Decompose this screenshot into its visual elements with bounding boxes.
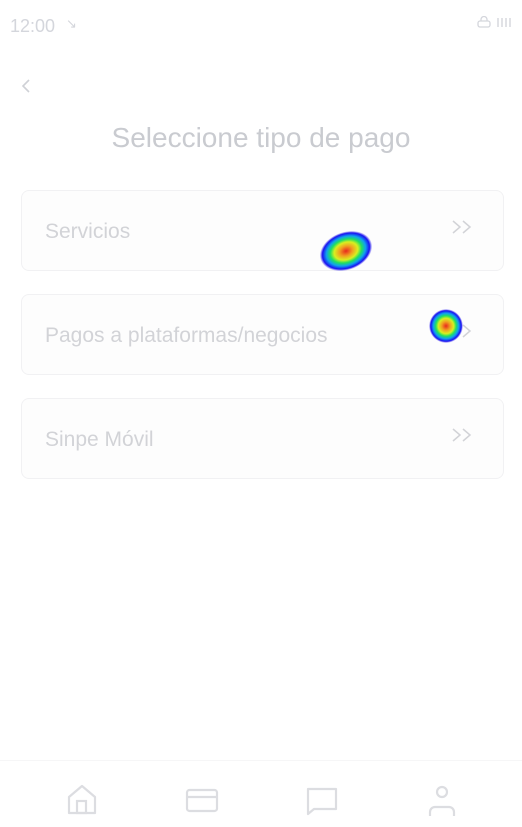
- chat-icon: [306, 787, 338, 816]
- option-pagos-plataformas[interactable]: Pagos a plataformas/negocios: [21, 294, 504, 375]
- card-icon: [185, 788, 219, 813]
- back-button[interactable]: [20, 74, 32, 100]
- nav-profile[interactable]: [424, 783, 464, 823]
- double-chevron-right-icon: [451, 322, 473, 345]
- page-title: Seleccione tipo de pago: [111, 122, 411, 153]
- option-label: Sinpe Móvil: [45, 428, 154, 451]
- option-label: Servicios: [45, 220, 131, 243]
- status-time: 12:00: [10, 16, 56, 36]
- lock-icon: [477, 15, 492, 28]
- chevron-left-icon: [21, 79, 30, 93]
- nav-messages[interactable]: [304, 783, 344, 823]
- user-icon: [428, 785, 456, 816]
- double-chevron-right-icon: [451, 426, 473, 449]
- nav-cards[interactable]: [184, 783, 224, 823]
- status-icons: [477, 15, 512, 31]
- download-arrow-icon: ↘: [66, 16, 77, 31]
- signal-icon: [497, 18, 511, 27]
- option-sinpe-movil[interactable]: Sinpe Móvil: [21, 398, 504, 479]
- option-servicios[interactable]: Servicios: [21, 190, 504, 271]
- home-icon: [67, 784, 97, 815]
- option-label: Pagos a plataformas/negocios: [45, 324, 328, 347]
- double-chevron-right-icon: [451, 218, 473, 241]
- nav-home[interactable]: [64, 783, 104, 823]
- status-bar: 12:00 ↘: [10, 14, 512, 38]
- bottom-nav: [0, 760, 522, 827]
